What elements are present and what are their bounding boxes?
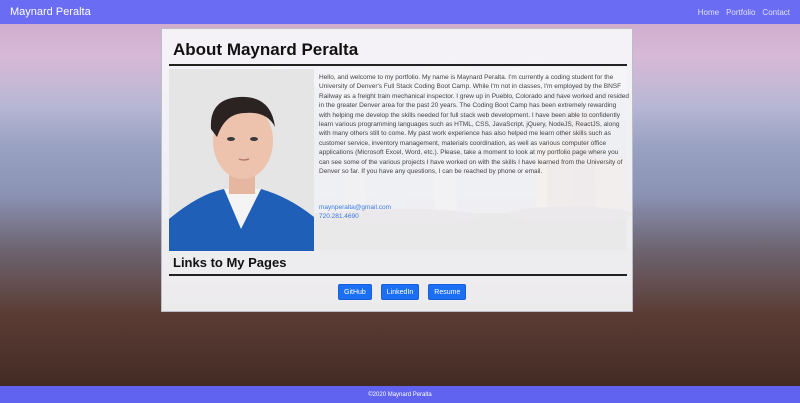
resume-button[interactable]: Resume (428, 284, 467, 300)
brand-link[interactable]: Maynard Peralta (10, 6, 91, 18)
navbar: Maynard Peralta Home Portfolio Contact (0, 0, 800, 24)
bio-text: Hello, and welcome to my portfolio. My n… (319, 74, 630, 176)
phone-link[interactable]: 720.281.4690 (319, 212, 391, 221)
nav-links: Home Portfolio Contact (698, 8, 790, 17)
link-buttons: GitHub LinkedIn Resume (338, 284, 467, 300)
linkedin-button[interactable]: LinkedIn (380, 284, 420, 300)
footer: ©2020 Maynard Peralta (0, 386, 800, 403)
links-divider (169, 274, 627, 276)
nav-portfolio-link[interactable]: Portfolio (726, 8, 755, 17)
nav-home-link[interactable]: Home (698, 8, 719, 17)
nav-contact-link[interactable]: Contact (762, 8, 790, 17)
links-title: Links to My Pages (173, 255, 287, 270)
about-card: About Maynard Peralta Hello, and welcome… (161, 28, 633, 312)
title-divider (169, 64, 627, 66)
profile-photo (169, 69, 314, 251)
email-link[interactable]: maynperalta@gmail.com (319, 203, 391, 212)
github-button[interactable]: GitHub (338, 284, 372, 300)
footer-copyright: ©2020 Maynard Peralta (368, 391, 432, 398)
about-title: About Maynard Peralta (173, 40, 359, 59)
contact-info: maynperalta@gmail.com 720.281.4690 (319, 203, 391, 222)
